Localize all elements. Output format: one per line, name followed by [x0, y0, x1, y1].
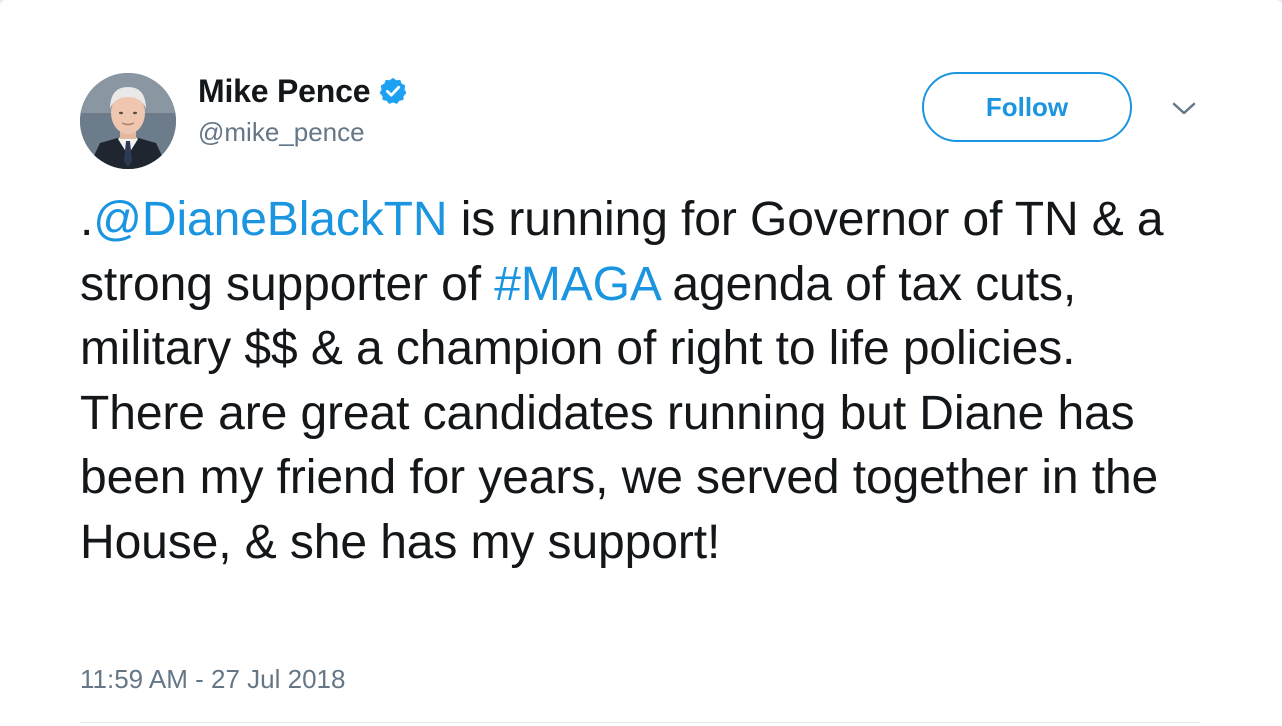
user-handle[interactable]: @mike_pence [198, 117, 408, 148]
tweet-text: .@DianeBlackTN is running for Governor o… [80, 188, 1190, 575]
user-names: Mike Pence @mike_pence [198, 71, 408, 148]
display-name-row: Mike Pence [198, 71, 408, 111]
tweet-timestamp[interactable]: 11:59 AM - 27 Jul 2018 [80, 664, 345, 695]
text-segment: . [80, 193, 94, 246]
mention-link[interactable]: @DianeBlackTN [93, 193, 447, 246]
tweet-header: Mike Pence @mike_pence Follow [80, 63, 1220, 169]
follow-button[interactable]: Follow [922, 72, 1132, 142]
hashtag-link[interactable]: #MAGA [494, 258, 659, 311]
tweet-card: Mike Pence @mike_pence Follow .@DianeBla… [0, 0, 1282, 726]
divider [80, 722, 1200, 723]
avatar[interactable] [80, 73, 176, 169]
verified-badge-icon [378, 76, 408, 106]
profile-photo-icon [80, 73, 176, 169]
display-name[interactable]: Mike Pence [198, 73, 371, 110]
chevron-down-icon[interactable] [1170, 99, 1198, 119]
